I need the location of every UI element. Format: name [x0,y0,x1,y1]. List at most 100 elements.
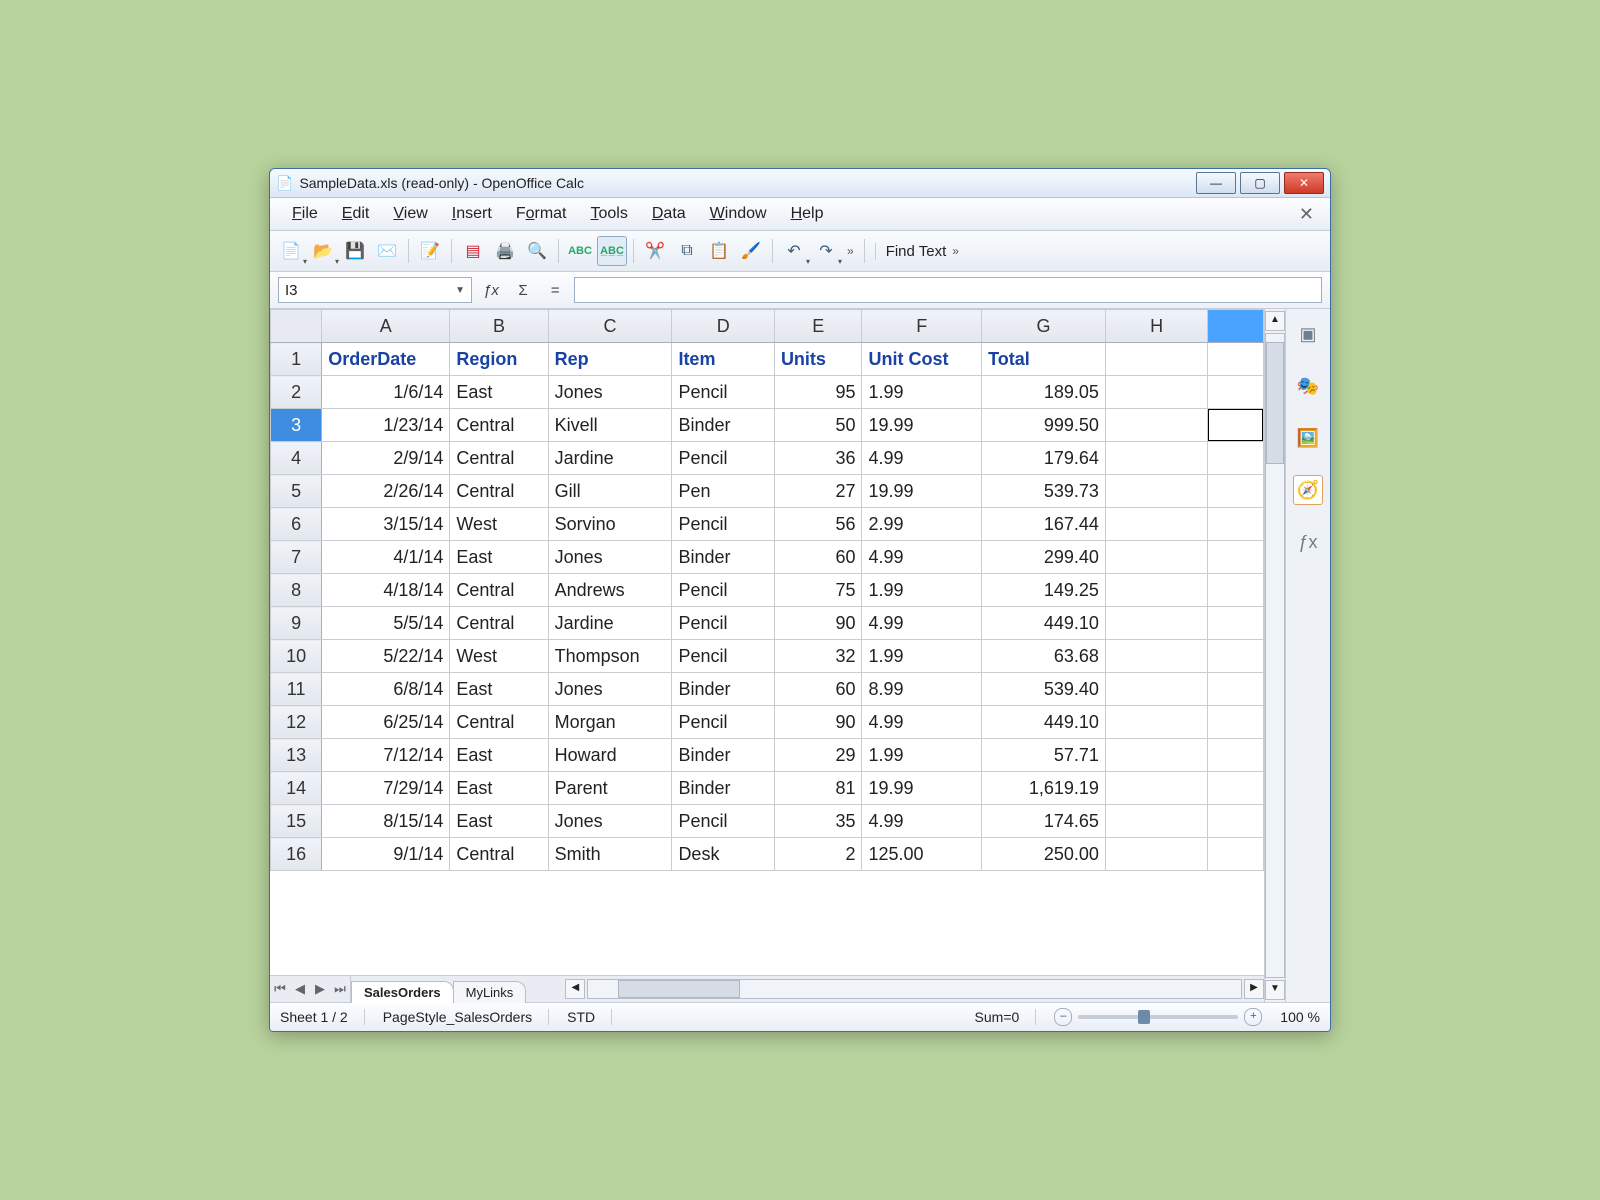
cell[interactable] [1105,442,1208,475]
cell[interactable] [1208,739,1264,772]
colhdr-D[interactable]: D [672,310,775,343]
tab-first-button[interactable]: ⏮ [270,981,290,997]
equals-button[interactable]: = [542,278,568,302]
zoom-out-button[interactable]: – [1054,1008,1072,1026]
tab-last-button[interactable]: ⏭ [330,981,350,997]
cell[interactable] [1208,706,1264,739]
cell[interactable]: 449.10 [982,607,1106,640]
cell[interactable]: OrderDate [322,343,450,376]
cell[interactable]: Unit Cost [862,343,982,376]
print-button[interactable]: 🖨️ [490,236,520,266]
table-row[interactable]: 52/26/14CentralGillPen2719.99539.73 [271,475,1264,508]
cell[interactable]: 539.73 [982,475,1106,508]
cell[interactable] [1208,640,1264,673]
table-row[interactable]: 95/5/14CentralJardinePencil904.99449.10 [271,607,1264,640]
grid-scroll[interactable]: A B C D E F G H 1OrderDateRegionRepItemU… [270,309,1264,975]
table-row[interactable]: 105/22/14WestThompsonPencil321.9963.68 [271,640,1264,673]
cell[interactable]: 999.50 [982,409,1106,442]
cell[interactable]: Central [450,706,548,739]
cell[interactable]: 81 [774,772,862,805]
vscroll-down[interactable]: ▼ [1265,980,1285,1000]
cell[interactable]: 167.44 [982,508,1106,541]
cell[interactable]: 90 [774,607,862,640]
cell[interactable]: West [450,640,548,673]
cell[interactable]: Binder [672,541,775,574]
cell[interactable] [1208,343,1264,376]
cell[interactable]: Sorvino [548,508,672,541]
cell[interactable]: 4.99 [862,706,982,739]
cell[interactable] [1105,607,1208,640]
rowhdr[interactable]: 1 [271,343,322,376]
email-button[interactable]: ✉️ [372,236,402,266]
cell[interactable]: 1.99 [862,640,982,673]
sum-button[interactable]: Σ [510,278,536,302]
cell[interactable]: 1.99 [862,376,982,409]
find-overflow-button[interactable]: » [948,244,963,258]
rowhdr[interactable]: 2 [271,376,322,409]
rowhdr[interactable]: 9 [271,607,322,640]
cell[interactable]: 29 [774,739,862,772]
close-document-button[interactable]: ✕ [1293,204,1320,225]
cell[interactable]: East [450,739,548,772]
cell[interactable]: 27 [774,475,862,508]
cell[interactable]: Central [450,475,548,508]
cell[interactable]: East [450,541,548,574]
cell[interactable]: Jones [548,541,672,574]
function-wizard-button[interactable]: ƒx [478,278,504,302]
table-row[interactable]: 74/1/14EastJonesBinder604.99299.40 [271,541,1264,574]
column-header-row[interactable]: A B C D E F G H [271,310,1264,343]
cell[interactable]: Central [450,442,548,475]
colhdr-E[interactable]: E [774,310,862,343]
cell[interactable]: Pencil [672,574,775,607]
rowhdr[interactable]: 12 [271,706,322,739]
cell[interactable]: 4.99 [862,607,982,640]
cell[interactable]: 5/22/14 [322,640,450,673]
cell[interactable]: 149.25 [982,574,1106,607]
cell[interactable] [1105,475,1208,508]
table-row[interactable]: 31/23/14CentralKivellBinder5019.99999.50 [271,409,1264,442]
horizontal-scrollbar[interactable]: ◀ ▶ [565,976,1264,1002]
zoom-in-button[interactable]: + [1244,1008,1262,1026]
cell[interactable] [1105,739,1208,772]
table-row[interactable]: 116/8/14EastJonesBinder608.99539.40 [271,673,1264,706]
print-preview-button[interactable]: 🔍 [522,236,552,266]
cell[interactable] [1208,508,1264,541]
menu-view[interactable]: View [381,202,439,226]
table-row-header[interactable]: 1OrderDateRegionRepItemUnitsUnit CostTot… [271,343,1264,376]
cell[interactable] [1105,343,1208,376]
zoom-slider[interactable]: – + [1054,1008,1262,1026]
cell[interactable] [1208,475,1264,508]
cell[interactable]: 95 [774,376,862,409]
sheet-tab-mylinks[interactable]: MyLinks [453,981,527,1003]
cell[interactable]: 5/5/14 [322,607,450,640]
cell[interactable]: 6/8/14 [322,673,450,706]
cell[interactable]: Pencil [672,442,775,475]
cell[interactable]: Gill [548,475,672,508]
properties-icon[interactable]: ▣ [1293,319,1323,349]
rowhdr[interactable]: 11 [271,673,322,706]
cell[interactable]: Andrews [548,574,672,607]
rowhdr[interactable]: 15 [271,805,322,838]
cell[interactable]: Morgan [548,706,672,739]
tab-prev-button[interactable]: ◀ [290,981,310,997]
export-pdf-button[interactable]: ▤ [458,236,488,266]
cell[interactable]: Howard [548,739,672,772]
navigator-icon[interactable]: 🧭 [1293,475,1323,505]
cell[interactable] [1105,574,1208,607]
table-row[interactable]: 126/25/14CentralMorganPencil904.99449.10 [271,706,1264,739]
colhdr-C[interactable]: C [548,310,672,343]
name-box-dropdown-icon[interactable]: ▼ [455,285,465,296]
rowhdr[interactable]: 7 [271,541,322,574]
cell[interactable]: 539.40 [982,673,1106,706]
cell[interactable]: Item [672,343,775,376]
vscroll-thumb[interactable] [1266,342,1284,464]
cell[interactable] [1105,805,1208,838]
rowhdr[interactable]: 13 [271,739,322,772]
cell[interactable] [1105,673,1208,706]
cell[interactable]: Desk [672,838,775,871]
table-row[interactable]: 21/6/14EastJonesPencil951.99189.05 [271,376,1264,409]
minimize-button[interactable]: — [1196,172,1236,194]
colhdr-B[interactable]: B [450,310,548,343]
cell[interactable]: 1.99 [862,739,982,772]
cell[interactable] [1105,376,1208,409]
